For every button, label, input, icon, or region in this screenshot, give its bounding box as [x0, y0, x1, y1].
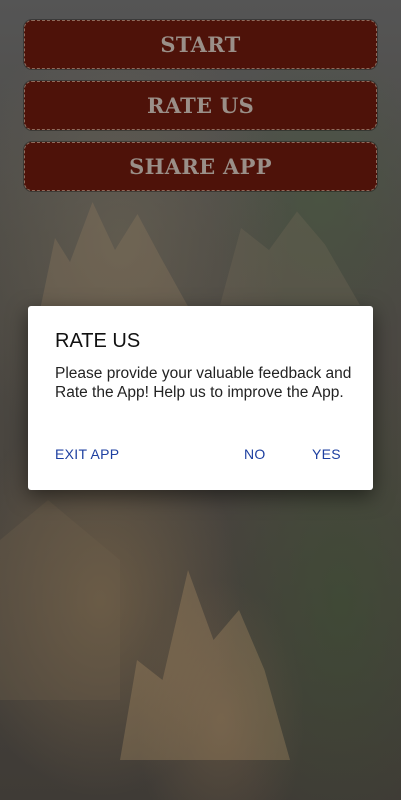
start-button[interactable]: START: [24, 20, 377, 69]
temple-silhouette: [120, 570, 290, 760]
dialog-title: RATE US: [55, 330, 141, 352]
rate-us-dialog: RATE US Please provide your valuable fee…: [28, 306, 373, 490]
yes-button[interactable]: YES: [312, 446, 341, 462]
rate-us-button[interactable]: RATE US: [24, 81, 377, 130]
temple-silhouette: [220, 211, 360, 305]
exit-app-button[interactable]: EXIT APP: [55, 446, 119, 462]
temple-silhouette: [0, 500, 120, 700]
dialog-message: Please provide your valuable feedback an…: [55, 365, 352, 401]
share-app-button[interactable]: SHARE APP: [24, 142, 377, 191]
temple-silhouette: [40, 202, 190, 310]
no-button[interactable]: NO: [244, 446, 266, 462]
